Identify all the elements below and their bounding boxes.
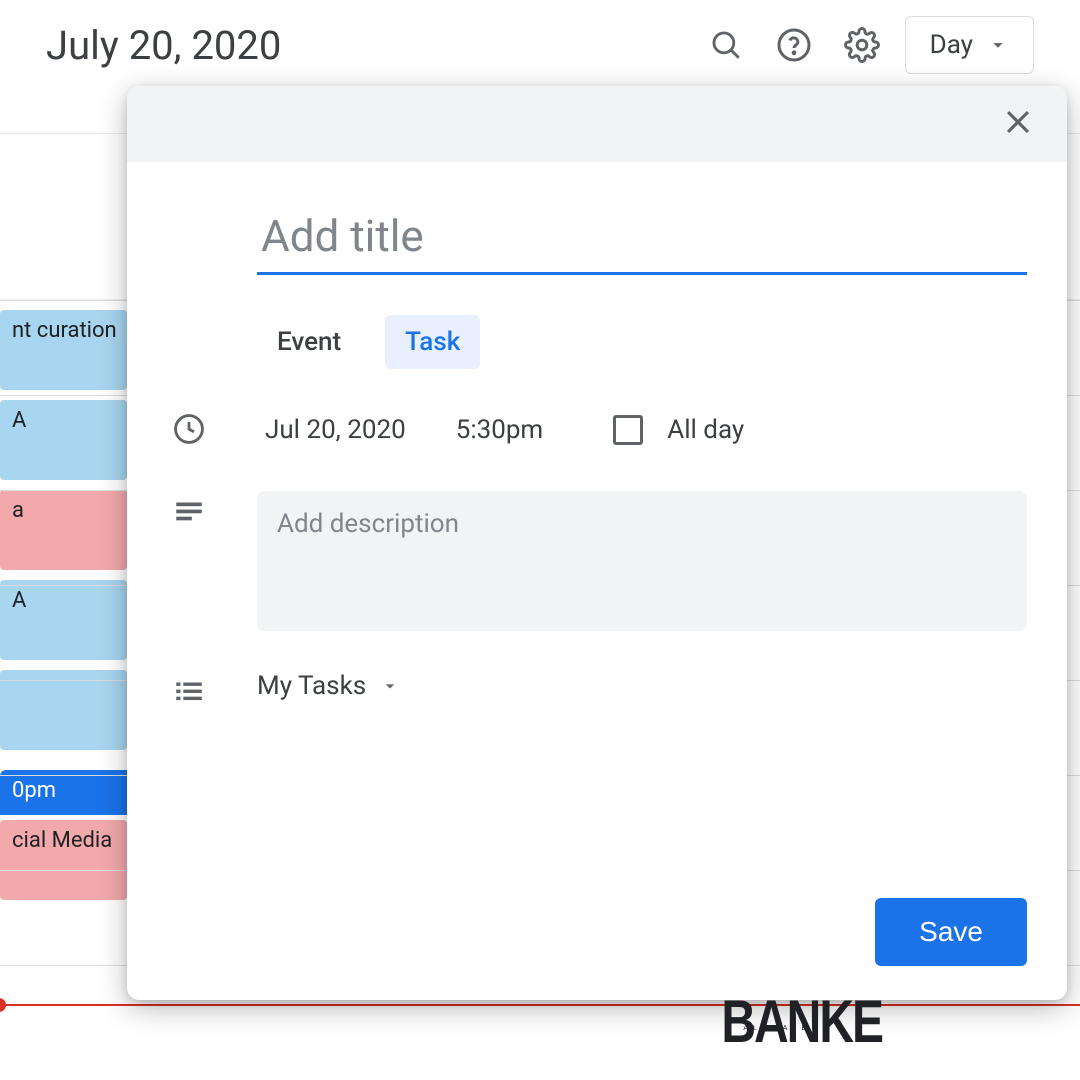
view-selector-label: Day [930,30,973,60]
now-indicator [0,1004,1080,1006]
task-time[interactable]: 5:30pm [448,409,552,451]
view-selector-button[interactable]: Day [905,16,1034,74]
description-input[interactable]: Add description [257,491,1027,631]
title-input[interactable] [257,202,1027,275]
task-list-selector[interactable]: My Tasks [257,671,400,701]
allday-label: All day [659,409,752,451]
task-date[interactable]: Jul 20, 2020 [257,409,414,451]
create-task-dialog: Event Task Jul 20, 2020 5:30pm All day A… [127,86,1067,1000]
search-icon[interactable] [707,26,745,64]
clock-icon [169,409,209,449]
gear-icon[interactable] [843,26,881,64]
allday-checkbox[interactable] [613,415,643,445]
help-icon[interactable] [775,26,813,64]
watermark-sub: ALAWAYE [743,1025,811,1032]
close-icon[interactable] [1001,105,1039,143]
calendar-header: July 20, 2020 Day [0,0,1080,90]
notes-icon [169,491,209,531]
watermark: BANKE ALAWAYE [721,995,882,1050]
tab-task[interactable]: Task [385,315,480,369]
current-date: July 20, 2020 [46,22,281,69]
task-list-label: My Tasks [257,671,366,701]
save-button[interactable]: Save [875,898,1027,966]
list-icon [169,671,209,711]
dialog-header [127,86,1067,162]
tab-event[interactable]: Event [257,315,361,369]
watermark-main: BANKE [721,988,882,1057]
